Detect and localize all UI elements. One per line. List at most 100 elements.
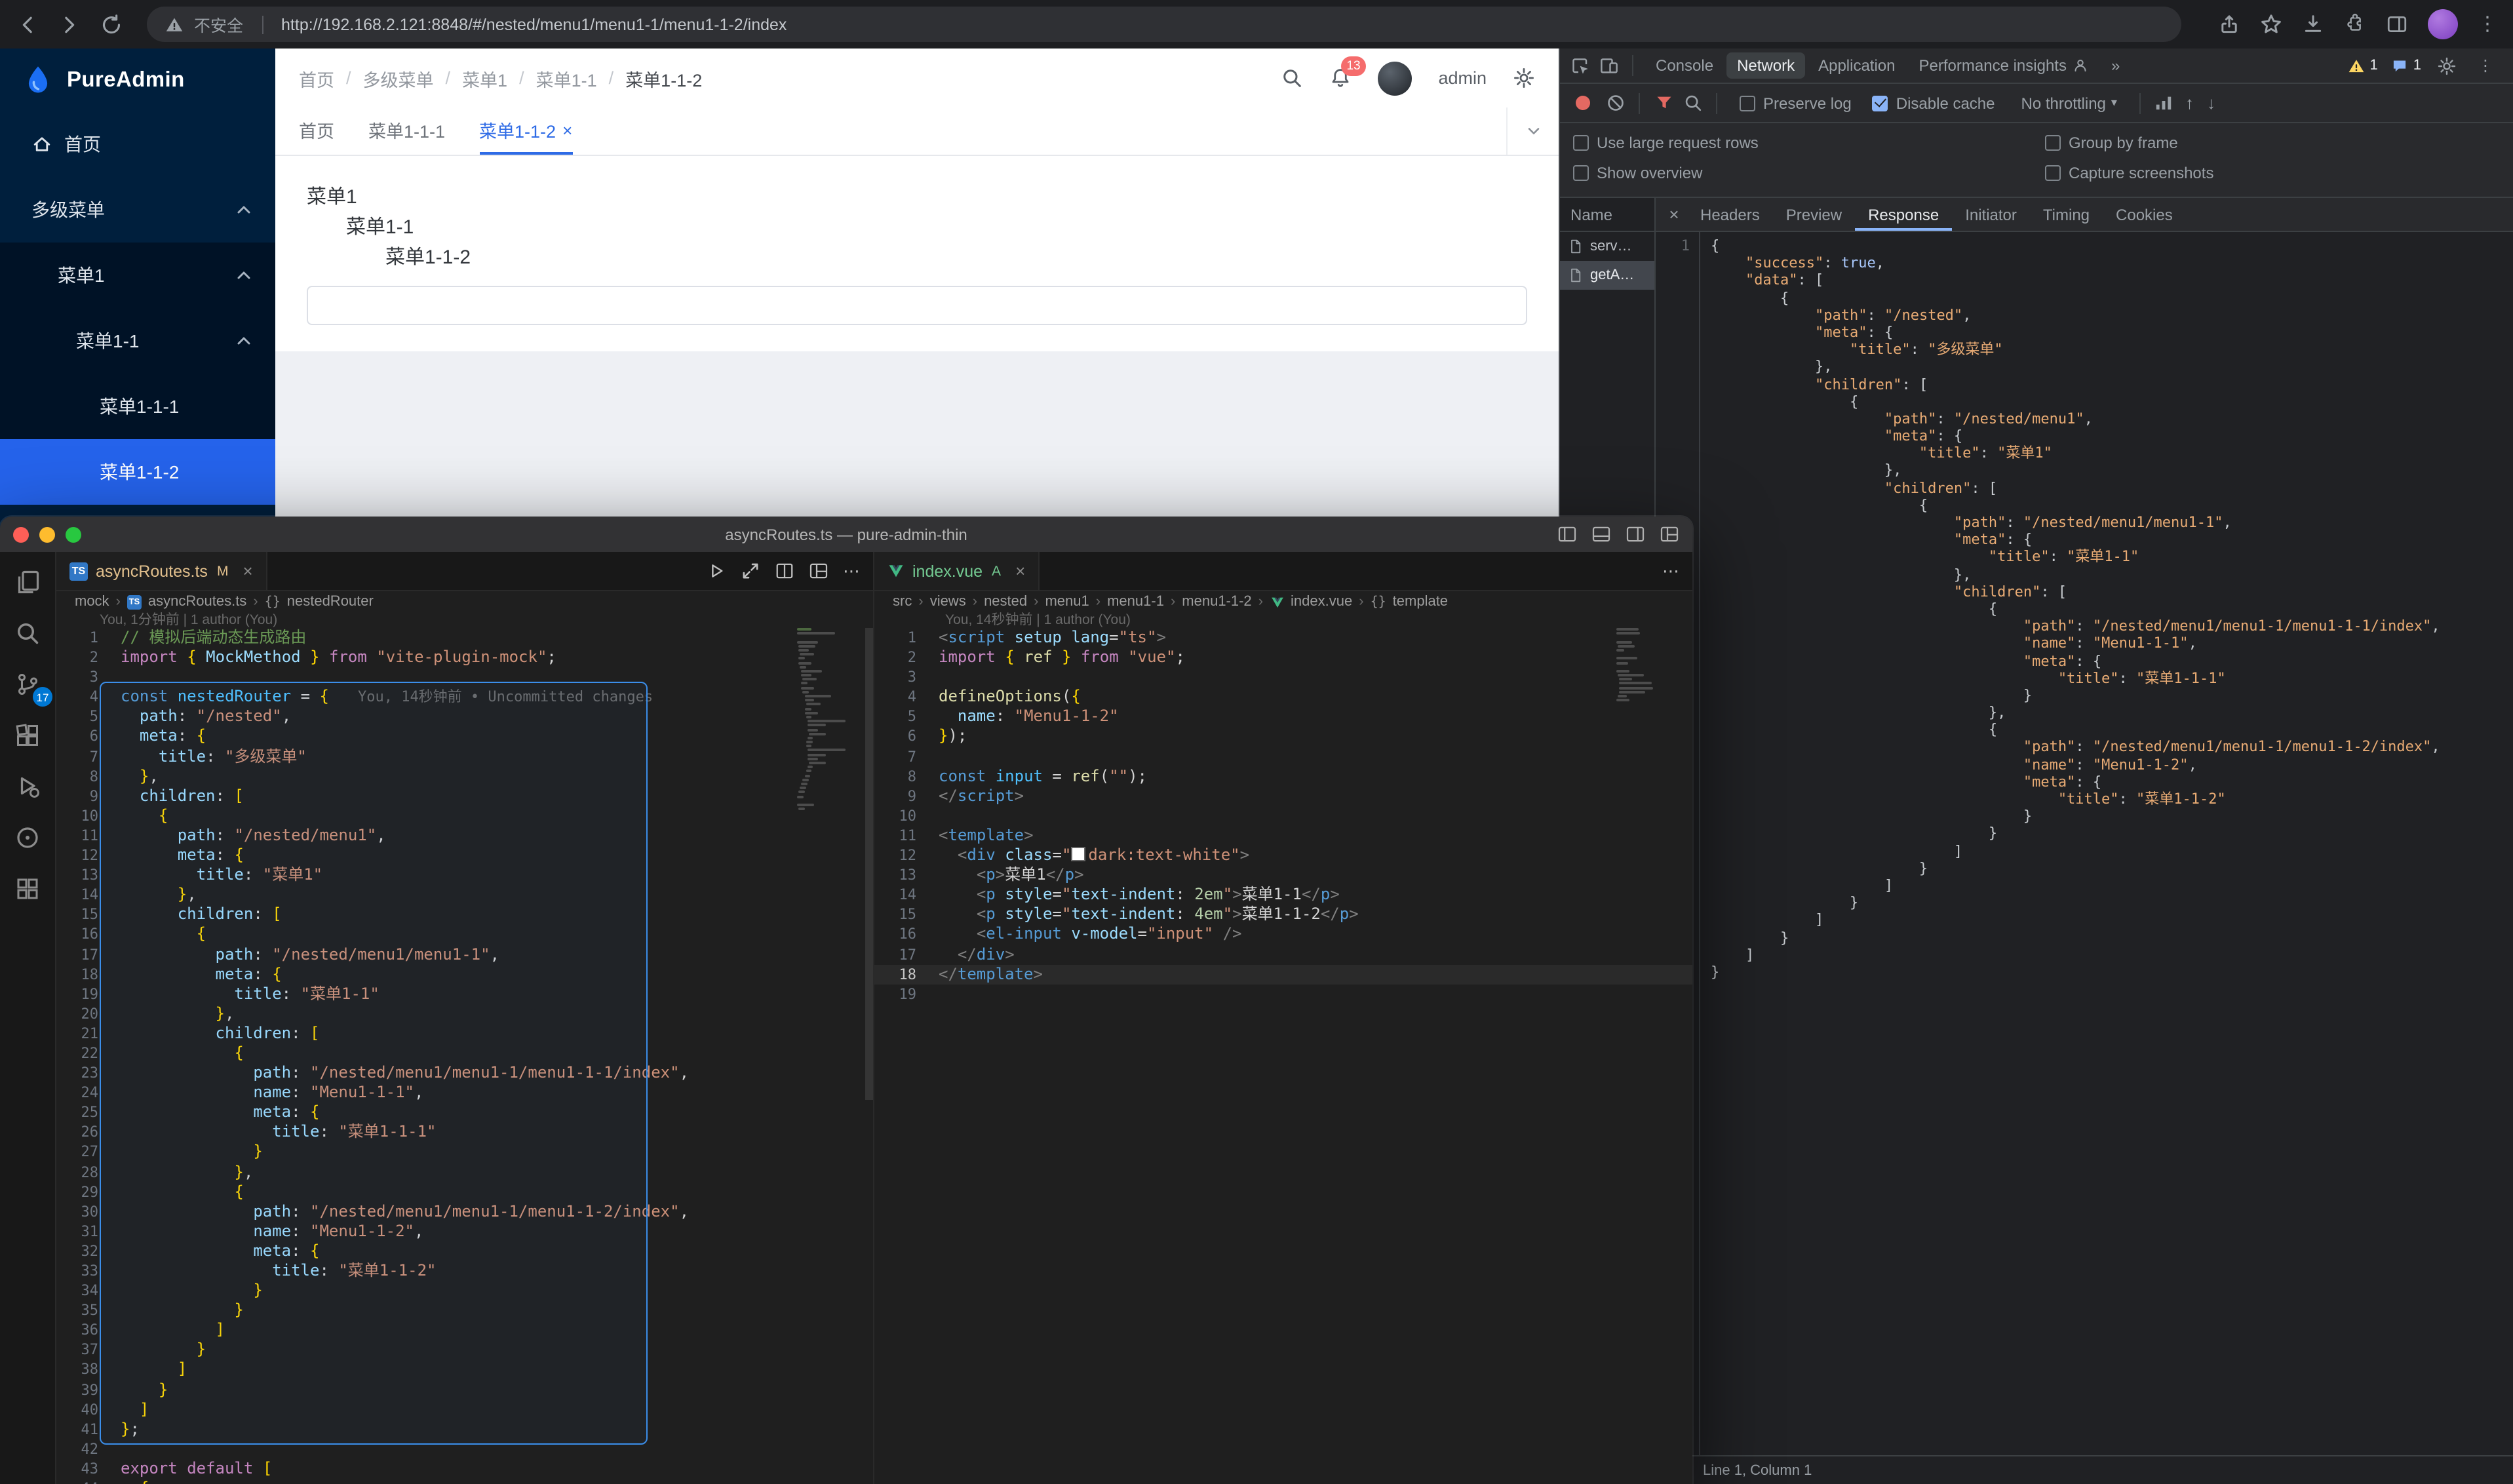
breadcrumb-item[interactable]: views	[930, 594, 966, 610]
detail-tab-headers[interactable]: Headers	[1687, 198, 1773, 231]
sidebar-item-1[interactable]: 首页	[0, 111, 275, 177]
close-icon[interactable]: ×	[562, 121, 572, 138]
detail-tab-preview[interactable]: Preview	[1773, 198, 1855, 231]
checkbox-capture-screenshots[interactable]: Capture screenshots	[2045, 163, 2213, 182]
bookmark-star-icon[interactable]	[2260, 13, 2282, 35]
name-column-header[interactable]: Name	[1560, 198, 1654, 232]
sidebar-item-4[interactable]: 菜单1-1	[0, 308, 275, 374]
search-icon[interactable]	[8, 614, 47, 653]
reload-icon[interactable]	[100, 12, 123, 36]
tab-首页[interactable]: 首页	[299, 107, 334, 155]
notification-bell[interactable]: 13	[1329, 56, 1366, 89]
tab-asyncroutes[interactable]: TS asyncRoutes.ts M ×	[56, 552, 267, 590]
run-file-icon[interactable]	[707, 561, 726, 581]
sidebar-item-3[interactable]: 菜单1	[0, 243, 275, 308]
request-row[interactable]: serv…	[1560, 232, 1654, 261]
more-actions-icon[interactable]: ⋯	[843, 560, 860, 581]
breadcrumb-item[interactable]: nested	[984, 594, 1027, 610]
customize-layout-icon[interactable]	[1660, 524, 1679, 544]
sidebar-item-2[interactable]: 多级菜单	[0, 177, 275, 243]
split-editor-icon[interactable]	[775, 561, 794, 581]
run-debug-icon[interactable]	[8, 767, 47, 806]
address-bar[interactable]: 不安全 http://192.168.2.121:8848/#/nested/m…	[147, 7, 2181, 42]
breadcrumb-item[interactable]: menu1	[1045, 594, 1089, 610]
editor-layout-icon[interactable]	[809, 561, 828, 581]
devtools-kebab-icon[interactable]: ⋮	[2471, 56, 2500, 75]
checkbox-preserve-log[interactable]: Preserve log	[1740, 94, 1852, 112]
filter-button[interactable]	[1652, 91, 1675, 115]
breadcrumb-item[interactable]: index.vue	[1291, 594, 1352, 610]
tabs-menu-button[interactable]	[1506, 107, 1559, 155]
close-tab-icon[interactable]: ×	[243, 561, 252, 581]
sidebar-item-6[interactable]: 菜单1-1-2	[0, 439, 275, 505]
username[interactable]: admin	[1438, 68, 1487, 88]
devtools-tab-network[interactable]: Network	[1726, 52, 1806, 79]
browser-menu-icon[interactable]: ⋮	[2478, 14, 2497, 34]
breadcrumb-item[interactable]: nestedRouter	[287, 594, 374, 610]
breadcrumb-item[interactable]: menu1-1	[1107, 594, 1164, 610]
code-editor-left[interactable]: 1 // 模拟后端动态生成路由 2 import { MockMethod } fro…	[56, 628, 873, 1484]
code-editor-right[interactable]: 1 <script setup lang="ts"> 2 import { ref }…	[874, 628, 1692, 1004]
side-panel-icon[interactable]	[2386, 13, 2408, 35]
devtools-settings-icon[interactable]	[2434, 54, 2458, 77]
breadcrumb-item[interactable]: 首页	[299, 65, 334, 91]
devtools-tab-performance-insights[interactable]: Performance insights	[1909, 52, 2099, 79]
vscode-title-bar[interactable]: asyncRoutes.ts — pure-admin-thin	[0, 517, 1692, 552]
breadcrumb-item[interactable]: 菜单1	[462, 65, 507, 91]
extensions-puzzle-icon[interactable]	[2344, 13, 2366, 35]
tab-菜单1-1-2[interactable]: 菜单1-1-2 ×	[479, 107, 573, 155]
remote-explorer-icon[interactable]	[8, 869, 47, 908]
inspect-element-icon[interactable]	[1568, 54, 1591, 77]
checkbox-show-overview[interactable]: Show overview	[1573, 163, 1702, 182]
tab-菜单1-1-1[interactable]: 菜单1-1-1	[368, 107, 445, 155]
issues-counter[interactable]: 1	[2391, 57, 2421, 74]
share-icon[interactable]	[2218, 13, 2240, 35]
testing-icon[interactable]	[8, 818, 47, 857]
export-har-icon[interactable]: ↓	[2203, 93, 2219, 113]
detail-tab-response[interactable]: Response	[1855, 198, 1952, 231]
breadcrumb-item[interactable]: template	[1393, 594, 1448, 610]
detail-tab-initiator[interactable]: Initiator	[1952, 198, 2030, 231]
response-code[interactable]: { "success": true, "data": [ { "path": "…	[1700, 232, 2513, 1455]
source-control-icon[interactable]: 17	[8, 665, 52, 707]
request-row[interactable]: getA…	[1560, 261, 1654, 290]
toggle-panel-icon[interactable]	[1591, 524, 1611, 544]
clear-button[interactable]	[1603, 91, 1627, 115]
record-button[interactable]	[1576, 96, 1590, 110]
detail-tab-cookies[interactable]: Cookies	[2103, 198, 2186, 231]
breadcrumb-item[interactable]: mock	[75, 594, 109, 610]
network-conditions-icon[interactable]	[2153, 91, 2176, 115]
minimap-right[interactable]	[1616, 628, 1682, 1484]
forward-icon[interactable]	[58, 12, 81, 36]
search-icon[interactable]	[1281, 67, 1303, 89]
settings-gear-icon[interactable]	[1513, 67, 1535, 89]
back-icon[interactable]	[16, 12, 39, 36]
checkbox-group-by-frame[interactable]: Group by frame	[2045, 133, 2178, 151]
breadcrumb-item[interactable]: menu1-1-2	[1182, 594, 1251, 610]
breadcrumb-item[interactable]: asyncRoutes.ts	[148, 594, 246, 610]
extensions-icon[interactable]	[8, 716, 47, 755]
user-avatar[interactable]	[1378, 61, 1412, 95]
breadcrumb-item[interactable]: 菜单1-1-2	[625, 65, 702, 91]
detail-tab-timing[interactable]: Timing	[2030, 198, 2103, 231]
breadcrumb-item[interactable]: 菜单1-1	[536, 65, 597, 91]
more-tabs-icon[interactable]: »	[2105, 56, 2126, 75]
network-search-button[interactable]	[1681, 91, 1704, 115]
warnings-counter[interactable]: 1	[2348, 57, 2378, 74]
import-har-icon[interactable]: ↑	[2181, 93, 2198, 113]
security-label[interactable]: 不安全	[194, 12, 243, 37]
open-changes-icon[interactable]	[741, 561, 760, 581]
downloads-icon[interactable]	[2302, 13, 2324, 35]
close-detail-icon[interactable]: ×	[1661, 205, 1687, 224]
breadcrumb-item[interactable]: 多级菜单	[363, 65, 434, 91]
url-text[interactable]: http://192.168.2.121:8848/#/nested/menu1…	[281, 15, 787, 33]
browser-profile-avatar[interactable]	[2428, 9, 2458, 39]
device-toolbar-icon[interactable]	[1597, 54, 1620, 77]
toggle-secondary-sidebar-icon[interactable]	[1626, 524, 1645, 544]
explorer-icon[interactable]	[8, 562, 47, 602]
devtools-tab-application[interactable]: Application	[1808, 52, 1905, 79]
tab-indexvue[interactable]: index.vue A ×	[874, 552, 1040, 590]
page-input[interactable]	[307, 286, 1527, 325]
throttling-select[interactable]: No throttling ▾	[2021, 94, 2117, 112]
checkbox-use-large-request-rows[interactable]: Use large request rows	[1573, 133, 1759, 151]
